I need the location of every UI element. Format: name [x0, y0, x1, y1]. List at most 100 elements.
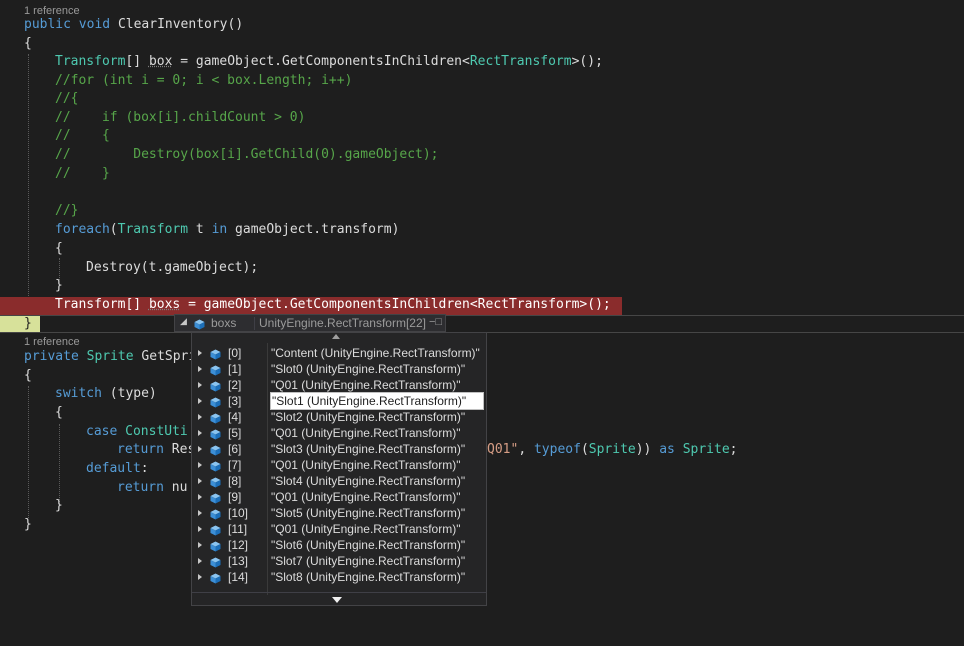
row-index: [0]	[228, 346, 242, 360]
keyword: void	[78, 17, 111, 32]
expand-arrow-icon[interactable]	[198, 398, 202, 404]
indent-guide	[28, 386, 29, 518]
datatip-row[interactable]: [1] "Slot0 (UnityEngine.RectTransform)"	[192, 361, 486, 377]
code-text: (	[580, 442, 589, 457]
row-index: [10]	[228, 506, 249, 520]
expand-arrow-icon[interactable]	[198, 542, 202, 548]
code-text: t	[188, 222, 212, 237]
expand-arrow-icon[interactable]	[198, 430, 202, 436]
row-index: [12]	[228, 538, 249, 552]
current-statement-highlight: }	[0, 316, 40, 332]
row-value[interactable]: "Content (UnityEngine.RectTransform)"	[271, 345, 480, 361]
datatip-variable-value[interactable]: UnityEngine.RectTransform[22]	[259, 316, 426, 330]
code-text: >();	[571, 54, 603, 69]
type-name: Transform	[117, 222, 189, 237]
type-name: Sprite	[86, 349, 134, 364]
expand-arrow-icon[interactable]	[198, 446, 202, 452]
expand-arrow-icon[interactable]	[198, 526, 202, 532]
row-value[interactable]: "Slot7 (UnityEngine.RectTransform)"	[271, 553, 465, 569]
pin-icon[interactable]: −□	[429, 316, 442, 328]
codelens-references[interactable]: 1 reference	[24, 335, 80, 349]
expand-arrow-icon[interactable]	[198, 478, 202, 484]
scroll-down-icon[interactable]	[332, 597, 342, 603]
datatip-row[interactable]: [9] "Q01 (UnityEngine.RectTransform)"	[192, 489, 486, 505]
comment: // }	[55, 166, 110, 181]
datatip-row[interactable]: [11] "Q01 (UnityEngine.RectTransform)"	[192, 521, 486, 537]
comment: // Destroy(box[i].GetChild(0).gameObject…	[55, 147, 439, 162]
row-value[interactable]: "Slot8 (UnityEngine.RectTransform)"	[271, 569, 465, 585]
row-index: [6]	[228, 442, 242, 456]
row-value[interactable]: "Slot2 (UnityEngine.RectTransform)"	[271, 409, 465, 425]
code-text: (	[109, 222, 118, 237]
expand-arrow-icon[interactable]	[198, 366, 202, 372]
code-text: ;	[729, 442, 738, 457]
comment: //}	[55, 203, 79, 218]
keyword: return	[117, 442, 164, 457]
keyword: as	[659, 442, 675, 457]
datatip-row[interactable]: [12] "Slot6 (UnityEngine.RectTransform)"	[192, 537, 486, 553]
datatip-row[interactable]: [13] "Slot7 (UnityEngine.RectTransform)"	[192, 553, 486, 569]
row-index: [11]	[228, 522, 248, 536]
variable-boxs[interactable]: boxs	[149, 297, 180, 312]
row-index: [5]	[228, 426, 242, 440]
indent-guide	[59, 424, 60, 504]
indent-guide	[28, 54, 29, 316]
datatip-row[interactable]: [10] "Slot5 (UnityEngine.RectTransform)"	[192, 505, 486, 521]
row-value[interactable]: "Slot0 (UnityEngine.RectTransform)"	[271, 361, 465, 377]
close-brace: }	[55, 278, 63, 293]
open-brace: {	[24, 36, 32, 51]
row-value[interactable]: "Slot1 (UnityEngine.RectTransform)"	[270, 392, 484, 410]
expand-arrow-icon[interactable]	[198, 350, 202, 356]
datatip-row[interactable]: [7] "Q01 (UnityEngine.RectTransform)"	[192, 457, 486, 473]
code-text: >();	[579, 297, 611, 312]
comment: // if (box[i].childCount > 0)	[55, 110, 306, 125]
comment: // {	[55, 128, 110, 143]
row-value[interactable]: "Q01 (UnityEngine.RectTransform)"	[271, 377, 460, 393]
keyword: private	[24, 349, 79, 364]
code-text: nu	[171, 480, 188, 495]
keyword: in	[211, 222, 228, 237]
row-value[interactable]: "Q01 (UnityEngine.RectTransform)"	[271, 425, 460, 441]
datatip-row[interactable]: [14] "Slot8 (UnityEngine.RectTransform)"	[192, 569, 486, 585]
row-value[interactable]: "Q01 (UnityEngine.RectTransform)"	[271, 457, 460, 473]
row-index: [1]	[228, 362, 242, 376]
datatip-row[interactable]: [4] "Slot2 (UnityEngine.RectTransform)"	[192, 409, 486, 425]
keyword: switch	[55, 386, 102, 401]
datatip-row[interactable]: [3] "Slot1 (UnityEngine.RectTransform)"	[192, 392, 486, 410]
datatip-row[interactable]: [5] "Q01 (UnityEngine.RectTransform)"	[192, 425, 486, 441]
collapse-arrow-icon[interactable]: ◢	[180, 316, 187, 327]
datatip-row[interactable]: [2] "Q01 (UnityEngine.RectTransform)"	[192, 377, 486, 393]
object-cube-icon	[210, 572, 221, 588]
open-brace: {	[55, 241, 63, 256]
expand-arrow-icon[interactable]	[198, 494, 202, 500]
expand-arrow-icon[interactable]	[198, 462, 202, 468]
type-name: ConstUti	[125, 424, 188, 439]
row-value[interactable]: "Slot4 (UnityEngine.RectTransform)"	[271, 473, 465, 489]
code-text: = gameObject.GetComponentsInChildren<	[172, 54, 470, 69]
expand-arrow-icon[interactable]	[198, 574, 202, 580]
row-index: [14]	[228, 570, 249, 584]
row-value[interactable]: "Q01 (UnityEngine.RectTransform)"	[271, 521, 460, 537]
datatip-row[interactable]: [6] "Slot3 (UnityEngine.RectTransform)"	[192, 441, 486, 457]
expand-arrow-icon[interactable]	[198, 414, 202, 420]
datatip-children-list[interactable]: [0] "Content (UnityEngine.RectTransform)"…	[191, 332, 487, 606]
open-brace: {	[24, 368, 32, 383]
expand-arrow-icon[interactable]	[198, 510, 202, 516]
datatip-row[interactable]: [0] "Content (UnityEngine.RectTransform)"	[192, 345, 486, 361]
row-value[interactable]: "Slot3 (UnityEngine.RectTransform)"	[271, 441, 465, 457]
expand-arrow-icon[interactable]	[198, 558, 202, 564]
row-value[interactable]: "Slot6 (UnityEngine.RectTransform)"	[271, 537, 465, 553]
row-value[interactable]: "Slot5 (UnityEngine.RectTransform)"	[271, 505, 465, 521]
row-index: [7]	[228, 458, 242, 472]
row-value[interactable]: "Q01 (UnityEngine.RectTransform)"	[271, 489, 460, 505]
type-name: Sprite	[682, 442, 730, 457]
keyword: case	[86, 424, 118, 439]
comment: //{	[55, 91, 79, 106]
row-index: [13]	[228, 554, 249, 568]
scroll-up-icon[interactable]	[332, 334, 340, 339]
datatip-header[interactable]: ◢ boxs UnityEngine.RectTransform[22] −□	[174, 314, 446, 332]
expand-arrow-icon[interactable]	[198, 382, 202, 388]
datatip-row[interactable]: [8] "Slot4 (UnityEngine.RectTransform)"	[192, 473, 486, 489]
keyword: foreach	[55, 222, 110, 237]
closing-brace: }	[24, 316, 32, 331]
